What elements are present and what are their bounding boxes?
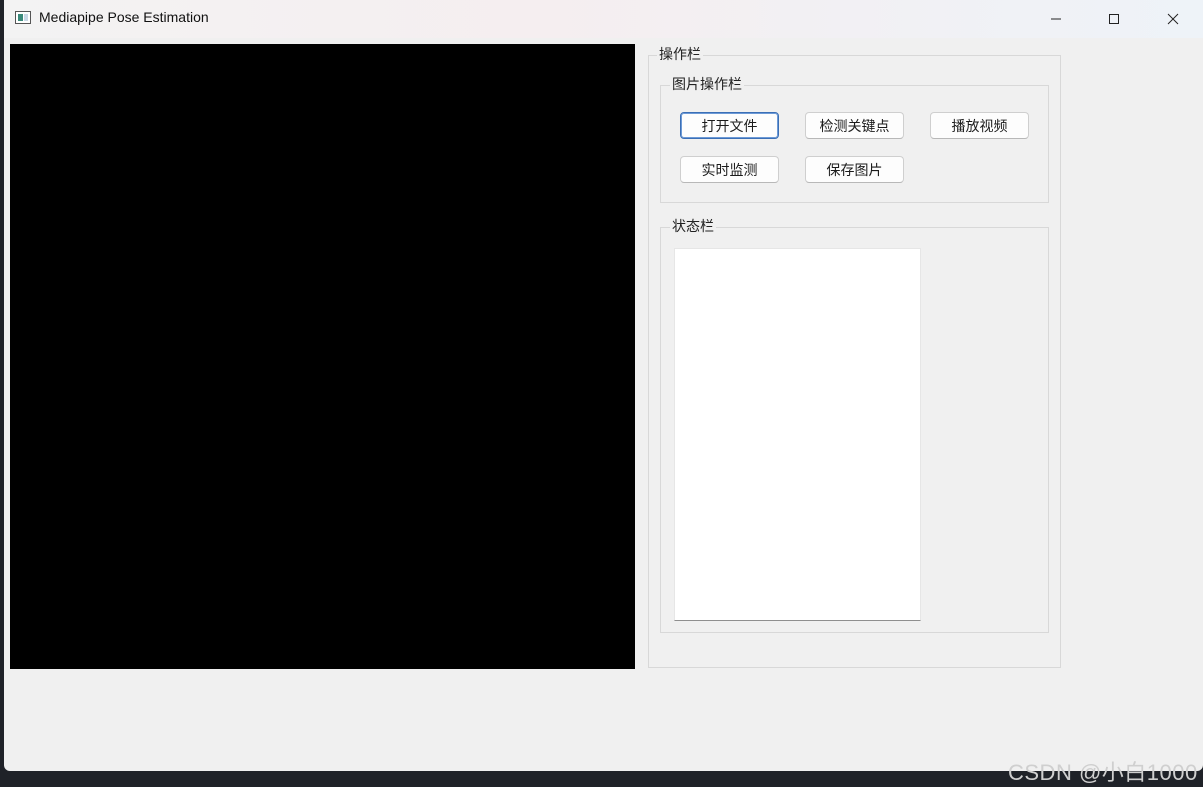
maximize-button[interactable] xyxy=(1085,0,1143,38)
save-image-button[interactable]: 保存图片 xyxy=(805,156,904,183)
operation-groupbox-title: 操作栏 xyxy=(657,47,703,63)
watermark-text: CSDN @小白1000 xyxy=(1008,760,1198,785)
minimize-button[interactable] xyxy=(1027,0,1085,38)
minimize-icon xyxy=(1051,18,1061,20)
app-window: Mediapipe Pose Estimation 操作栏 图片操作栏 打开文件… xyxy=(4,0,1203,771)
close-button[interactable] xyxy=(1144,0,1202,38)
video-display xyxy=(10,44,635,669)
detect-keypoints-button[interactable]: 检测关键点 xyxy=(805,112,904,139)
image-operation-groupbox-title: 图片操作栏 xyxy=(670,77,744,93)
play-video-button[interactable]: 播放视频 xyxy=(930,112,1029,139)
image-operation-groupbox xyxy=(660,85,1049,203)
open-file-button[interactable]: 打开文件 xyxy=(680,112,779,139)
window-title: Mediapipe Pose Estimation xyxy=(39,9,209,25)
close-icon xyxy=(1167,13,1179,25)
app-window-icon xyxy=(15,11,31,24)
maximize-icon xyxy=(1109,14,1119,24)
realtime-monitor-button[interactable]: 实时监测 xyxy=(680,156,779,183)
title-bar[interactable]: Mediapipe Pose Estimation xyxy=(4,0,1203,38)
status-text-area[interactable] xyxy=(674,248,921,621)
status-groupbox-title: 状态栏 xyxy=(670,219,716,235)
